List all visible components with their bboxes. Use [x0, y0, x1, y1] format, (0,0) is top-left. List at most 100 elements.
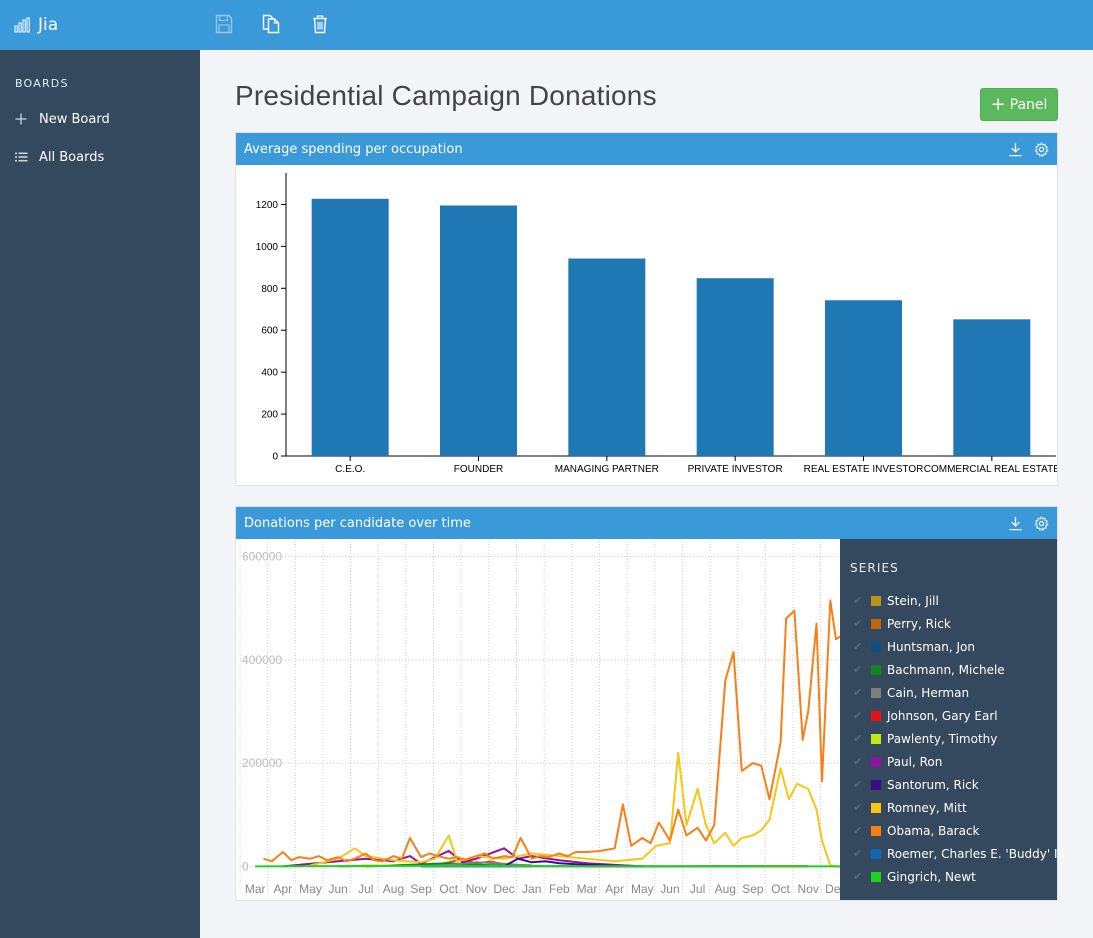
x-tick-label: Oct: [771, 882, 790, 896]
x-tick-label: Dec: [493, 882, 514, 896]
sidebar-heading: BOARDS: [15, 77, 69, 90]
legend-swatch: [871, 664, 881, 675]
duplicate-button[interactable]: [260, 13, 282, 35]
legend-swatch: [871, 825, 881, 836]
legend-label: Pawlenty, Timothy: [887, 731, 998, 746]
legend-label: Bachmann, Michele: [887, 662, 1005, 677]
y-tick-label: 400: [261, 368, 278, 379]
sidebar-item-label: All Boards: [39, 149, 105, 165]
bar[interactable]: [953, 319, 1031, 456]
x-tick-label: REAL ESTATE INVESTOR: [804, 464, 924, 475]
check-icon[interactable]: ✔: [853, 847, 867, 860]
check-icon[interactable]: ✔: [853, 686, 867, 699]
add-panel-button[interactable]: + Panel: [980, 88, 1058, 121]
y-tick-label: 800: [261, 284, 278, 295]
check-icon[interactable]: ✔: [853, 594, 867, 607]
legend-label: Johnson, Gary Earl: [887, 708, 998, 723]
x-tick-label: Nov: [466, 882, 487, 896]
donations-line-chart: 0 200000 400000 600000 Mar Apr May Jun Jul Aug Sep…: [236, 539, 840, 900]
check-icon[interactable]: ✔: [853, 801, 867, 814]
app-brand[interactable]: Jia: [14, 14, 58, 36]
bar[interactable]: [568, 258, 646, 456]
bar[interactable]: [696, 278, 774, 456]
bar[interactable]: [311, 198, 389, 457]
legend-swatch: [871, 779, 881, 790]
legend-item[interactable]: ✔ Paul, Ron: [853, 750, 1065, 773]
legend-item[interactable]: ✔ Roemer, Charles E. 'Buddy' III: [853, 842, 1065, 865]
sidebar-item-new-board[interactable]: New Board: [14, 109, 110, 129]
sidebar-item-all-boards[interactable]: All Boards: [14, 147, 104, 167]
delete-button[interactable]: [309, 13, 331, 35]
legend-swatch: [871, 595, 881, 606]
x-tick-label: Oct: [439, 882, 458, 896]
check-icon[interactable]: ✔: [853, 640, 867, 653]
x-tick-label: Mar: [577, 882, 598, 896]
plus-icon: +: [990, 93, 1006, 115]
legend-item[interactable]: ✔ Romney, Mitt: [853, 796, 1065, 819]
legend-item[interactable]: ✔ Santorum, Rick: [853, 773, 1065, 796]
check-icon[interactable]: ✔: [853, 778, 867, 791]
sidebar-item-label: New Board: [39, 111, 110, 127]
y-tick-label: 200: [261, 410, 278, 421]
download-icon[interactable]: [1007, 515, 1023, 531]
panel-header: Donations per candidate over time: [236, 507, 1057, 539]
y-tick-label: 600: [261, 326, 278, 337]
panel-title: Average spending per occupation: [244, 142, 463, 157]
legend-item[interactable]: ✔ Stein, Jill: [853, 589, 1065, 612]
legend-swatch: [871, 733, 881, 744]
gear-icon[interactable]: [1033, 141, 1049, 157]
legend-swatch: [871, 618, 881, 629]
x-tick-label: May: [299, 882, 322, 896]
x-tick-label: Sep: [742, 882, 764, 896]
legend-swatch: [871, 710, 881, 721]
x-tick-label: FOUNDER: [454, 464, 503, 475]
legend-label: Cain, Herman: [887, 685, 970, 700]
y-tick-label: 600000: [242, 549, 282, 563]
trash-icon: [313, 15, 327, 34]
legend-label: Perry, Rick: [887, 616, 951, 631]
x-tick-label: MANAGING PARTNER: [555, 464, 659, 475]
y-tick-label: 1200: [256, 200, 279, 211]
y-tick-label: 1000: [256, 242, 279, 253]
legend-item[interactable]: ✔ Bachmann, Michele: [853, 658, 1065, 681]
occupation-bar-chart: 0 200 400 600 800 1000 1200 C.E.O. FOUNDER MANAGI…: [256, 173, 1057, 475]
legend-item[interactable]: ✔ Perry, Rick: [853, 612, 1065, 635]
series-legend: SERIES ✔ Stein, Jill ✔ Perry, Rick ✔ Huntsman…: [840, 539, 1065, 900]
legend-label: Gingrich, Newt: [887, 869, 976, 884]
check-icon[interactable]: ✔: [853, 824, 867, 837]
x-tick-label: Jul: [358, 882, 373, 896]
check-icon[interactable]: ✔: [853, 663, 867, 676]
save-icon: [215, 14, 233, 34]
check-icon[interactable]: ✔: [853, 870, 867, 883]
series-line[interactable]: [255, 864, 840, 868]
x-tick-label: Jun: [660, 882, 679, 896]
panel-candidate-donations: Donations per candidate over time 0 20000…: [235, 506, 1065, 901]
check-icon[interactable]: ✔: [853, 755, 867, 768]
check-icon[interactable]: ✔: [853, 617, 867, 630]
gear-icon[interactable]: [1033, 515, 1049, 531]
legend-item[interactable]: ✔ Gingrich, Newt: [853, 865, 1065, 888]
legend-list: ✔ Stein, Jill ✔ Perry, Rick ✔ Huntsman, Jon ✔ B…: [853, 589, 1065, 888]
bar[interactable]: [440, 205, 517, 456]
check-icon[interactable]: ✔: [853, 709, 867, 722]
x-tick-label: Jan: [522, 882, 541, 896]
legend-label: Romney, Mitt: [887, 800, 967, 815]
list-icon: [14, 152, 28, 162]
plus-icon: [14, 113, 28, 125]
y-tick-label: 0: [272, 452, 278, 463]
legend-swatch: [871, 802, 881, 813]
check-icon[interactable]: ✔: [853, 732, 867, 745]
legend-item[interactable]: ✔ Johnson, Gary Earl: [853, 704, 1065, 727]
legend-item[interactable]: ✔ Obama, Barack: [853, 819, 1065, 842]
legend-item[interactable]: ✔ Huntsman, Jon: [853, 635, 1065, 658]
bar[interactable]: [825, 300, 902, 456]
legend-item[interactable]: ✔ Cain, Herman: [853, 681, 1065, 704]
legend-label: Paul, Ron: [887, 754, 943, 769]
panel-header: Average spending per occupation: [236, 133, 1057, 165]
legend-item[interactable]: ✔ Pawlenty, Timothy: [853, 727, 1065, 750]
legend-label: Santorum, Rick: [887, 777, 979, 792]
panel-occupation-spending: Average spending per occupation 0 200 400 6…: [235, 132, 1058, 486]
x-tick-label: May: [631, 882, 654, 896]
download-icon[interactable]: [1007, 141, 1023, 157]
save-button[interactable]: [213, 13, 235, 35]
